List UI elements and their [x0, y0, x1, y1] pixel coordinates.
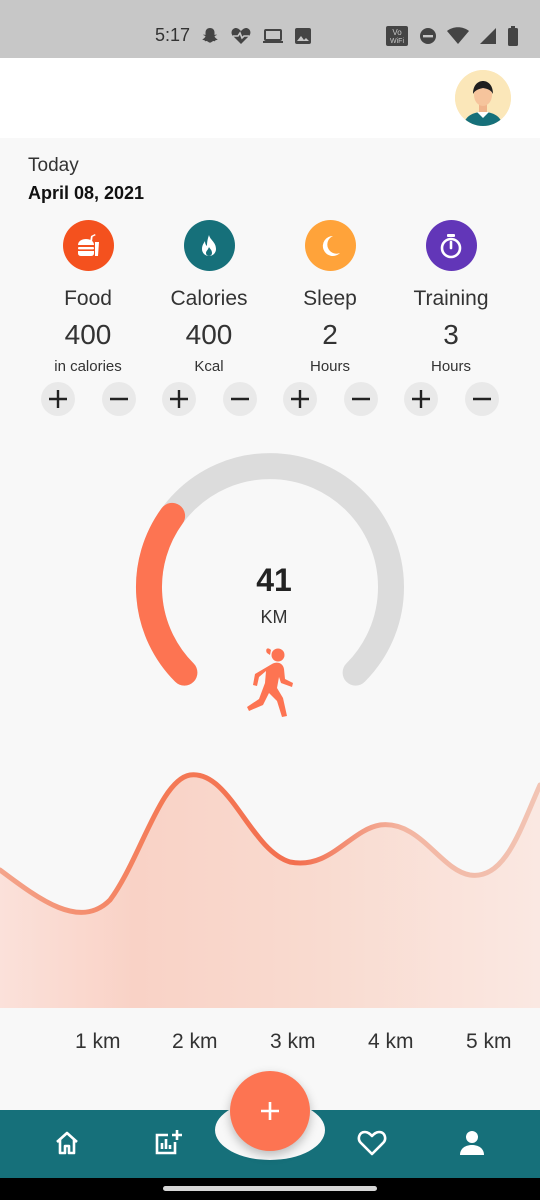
add-icon: [261, 1102, 279, 1120]
training-decrement-button[interactable]: [464, 382, 499, 416]
minus-icon: [230, 397, 249, 401]
distance-label: 3 km: [270, 1030, 316, 1053]
stat-value: 2: [322, 319, 338, 350]
distance-label: 4 km: [368, 1030, 414, 1053]
food-increment-button[interactable]: [40, 382, 75, 416]
current-date: April 08, 2021: [28, 183, 145, 203]
status-bar: 5:17 Vo WiFi: [0, 0, 540, 58]
calories-increment-button[interactable]: [161, 382, 196, 416]
home-icon[interactable]: [52, 1128, 82, 1158]
stats-icon[interactable]: [153, 1128, 183, 1158]
training-increment-button[interactable]: [403, 382, 438, 416]
distance-label: 1 km: [75, 1030, 121, 1053]
battery-icon: [508, 26, 518, 46]
stat-unit: Hours: [430, 358, 471, 375]
stat-unit: Hours: [309, 358, 350, 375]
gauge-progress: [136, 502, 198, 686]
image-icon: [295, 28, 311, 44]
plus-icon: [411, 390, 430, 408]
calories-decrement-button[interactable]: [222, 382, 257, 416]
plus-icon: [290, 390, 309, 408]
stat-calories: Calories 400 Kcal: [149, 220, 269, 416]
stopwatch-icon: [425, 220, 477, 271]
plus-icon: [169, 390, 188, 408]
stat-value: 400: [185, 319, 233, 350]
snapchat-icon: [202, 28, 218, 43]
distance-wave-chart: [0, 772, 540, 1008]
gauge-value: 41: [256, 562, 292, 598]
heart-pulse-icon: [231, 28, 251, 44]
profile-icon[interactable]: [457, 1128, 487, 1158]
sleep-decrement-button[interactable]: [343, 382, 378, 416]
stat-training: Training 3 Hours: [391, 220, 511, 416]
stat-label: Sleep: [303, 287, 357, 310]
stat-sleep: Sleep 2 Hours: [270, 220, 390, 416]
minus-icon: [351, 397, 370, 401]
signal-icon: [480, 28, 496, 44]
flame-icon: [183, 220, 235, 271]
laptop-icon: [263, 29, 283, 43]
gauge-unit: KM: [260, 607, 288, 627]
stat-value: 3: [443, 319, 459, 350]
svg-text:Vo: Vo: [392, 28, 402, 37]
plus-icon: [48, 390, 67, 408]
stat-value: 400: [64, 319, 112, 350]
status-time: 5:17: [155, 25, 191, 45]
do-not-disturb-icon: [420, 28, 436, 44]
sleep-increment-button[interactable]: [282, 382, 317, 416]
vowifi-icon: VoWiFi: [386, 26, 408, 46]
distance-label: 5 km: [466, 1030, 512, 1053]
wifi-icon: [447, 27, 469, 44]
heart-icon[interactable]: [357, 1128, 387, 1158]
add-button[interactable]: [230, 1071, 310, 1151]
stat-unit: in calories: [54, 358, 122, 375]
distance-label: 2 km: [172, 1030, 218, 1053]
wave-area: [0, 774, 540, 1008]
food-decrement-button[interactable]: [101, 382, 136, 416]
svg-text:WiFi: WiFi: [390, 38, 404, 45]
stat-label: Food: [64, 287, 112, 310]
stat-label: Calories: [170, 287, 248, 310]
stat-unit: Kcal: [194, 358, 224, 375]
moon-icon: [304, 220, 356, 271]
stat-food: Food 400 in calories: [28, 220, 148, 416]
minus-icon: [472, 397, 491, 401]
stat-label: Training: [413, 287, 489, 310]
minus-icon: [109, 397, 128, 401]
food-icon: [62, 220, 114, 271]
today-label: Today: [28, 155, 79, 176]
user-avatar[interactable]: [455, 70, 511, 126]
home-indicator[interactable]: [163, 1186, 377, 1191]
runner-icon: [247, 648, 293, 717]
